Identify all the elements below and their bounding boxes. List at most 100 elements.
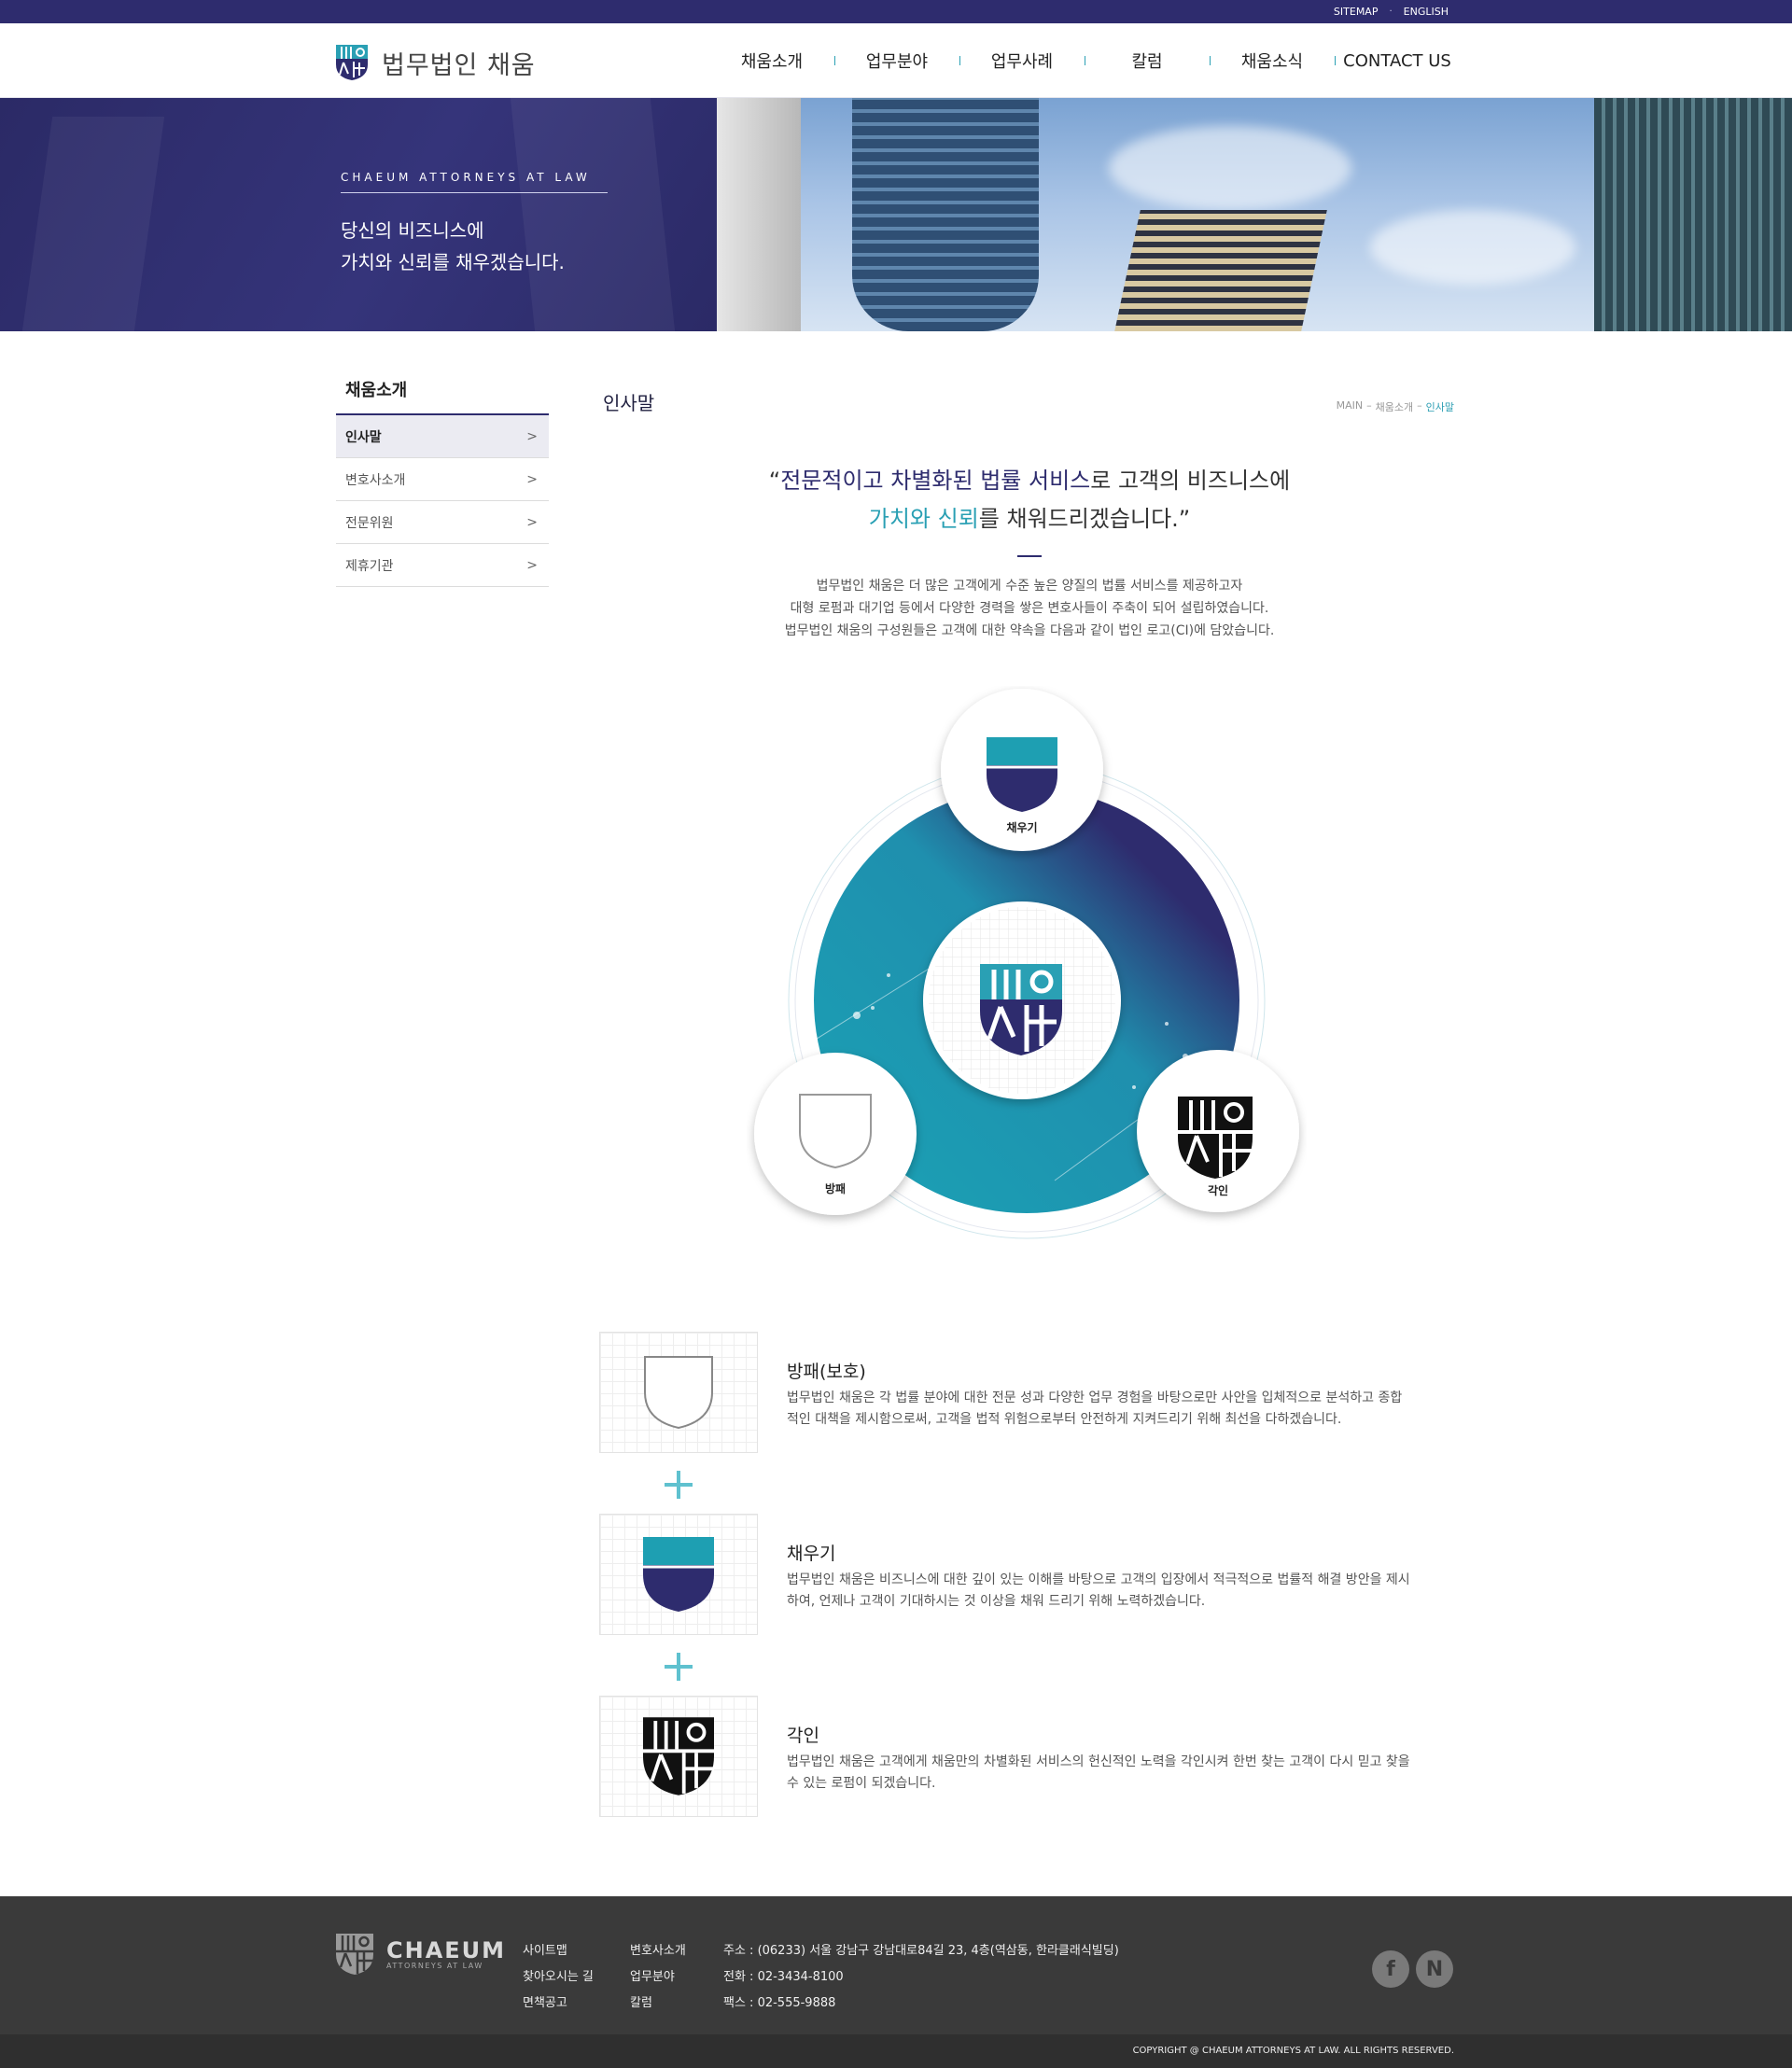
page-title-text: 인사말 bbox=[603, 392, 655, 414]
main-nav: 채움소개 업무분야 업무사례 칼럼 채움소식 CONTACT US bbox=[709, 23, 1460, 98]
item-desc: 법무법인 채움은 각 법률 분야에 대한 전문 성과 다양한 업무 경험을 바탕… bbox=[787, 1388, 1459, 1431]
intro-line: 법무법인 채움은 더 많은 고객에게 수준 높은 양질의 법률 서비스를 제공하… bbox=[816, 579, 1243, 594]
item-desc-line: 하여, 언제나 고객이 기대하시는 것 이상을 채워 드리기 위해 노력하겠습니… bbox=[787, 1594, 1206, 1609]
shield-thumbnail bbox=[599, 1332, 758, 1453]
footer-link-practice[interactable]: 업무분야 bbox=[630, 1964, 686, 1991]
breadcrumb-section[interactable]: 채움소개 bbox=[1376, 399, 1413, 414]
greeting-quote: “전문적이고 차별화된 법률 서비스로 고객의 비즈니스에 가치와 신뢰를 채워… bbox=[603, 462, 1456, 538]
sidebar-item-label: 변호사소개 bbox=[345, 472, 406, 488]
hero-headline: 당신의 비즈니스에 가치와 신뢰를 채우겠습니다. bbox=[341, 215, 565, 278]
hero-line-2: 가치와 신뢰를 채우겠습니다. bbox=[341, 251, 565, 273]
nav-item-contact[interactable]: CONTACT US bbox=[1335, 51, 1460, 71]
footer-phone: 전화 : 02-3434-8100 bbox=[723, 1970, 844, 1984]
hero-eyebrow: CHAEUM ATTORNEYS AT LAW bbox=[341, 171, 591, 184]
intro-paragraph: 법무법인 채움은 더 많은 고객에게 수준 높은 양질의 법률 서비스를 제공하… bbox=[603, 575, 1456, 642]
fill-shield-icon bbox=[643, 1537, 714, 1612]
sidebar-item-label: 전문위원 bbox=[345, 515, 394, 531]
utility-links: SITEMAP · ENGLISH bbox=[1334, 0, 1449, 23]
footer-shield-icon bbox=[336, 1934, 373, 1975]
footer-links-2: 변호사소개 업무분야 칼럼 bbox=[630, 1938, 686, 2017]
item-desc-line: 법무법인 채움은 각 법률 분야에 대한 전문 성과 다양한 업무 경험을 바탕… bbox=[787, 1390, 1403, 1405]
copyright-text: COPYRIGHT @ CHAEUM ATTORNEYS AT LAW. ALL… bbox=[1132, 2046, 1454, 2056]
breadcrumb-separator: – bbox=[1366, 399, 1372, 412]
sidebar-item-partners[interactable]: 제휴기관 > bbox=[336, 544, 549, 587]
naver-icon[interactable]: N bbox=[1416, 1950, 1453, 1988]
quote-open: “ bbox=[768, 468, 781, 494]
sidebar-item-lawyers[interactable]: 변호사소개 > bbox=[336, 458, 549, 501]
sidebar-item-greeting[interactable]: 인사말 > bbox=[336, 415, 549, 458]
nav-item-cases[interactable]: 업무사례 bbox=[959, 49, 1085, 73]
logo-text: 법무법인 채움 bbox=[382, 50, 536, 80]
plus-icon bbox=[665, 1653, 693, 1681]
nav-item-about[interactable]: 채움소개 bbox=[709, 49, 834, 73]
site-logo[interactable]: 법무법인 채움 bbox=[335, 44, 536, 81]
diagram-label-fill: 채우기 bbox=[1006, 821, 1038, 834]
footer-contact-info: 주소 : (06233) 서울 강남구 강남대로84길 23, 4층(역삼동, … bbox=[723, 1938, 1119, 2017]
quote-divider bbox=[1017, 555, 1042, 557]
item-desc: 법무법인 채움은 비즈니스에 대한 깊이 있는 이해를 바탕으로 고객의 입장에… bbox=[787, 1570, 1459, 1613]
chevron-right-icon: > bbox=[526, 514, 538, 530]
breadcrumb-home[interactable]: MAIN bbox=[1337, 399, 1364, 414]
breadcrumb: MAIN – 채움소개 – 인사말 bbox=[1337, 399, 1454, 414]
item-title: 각인 bbox=[787, 1726, 819, 1746]
ci-diagram bbox=[754, 689, 1299, 1239]
diagram-label-engrave: 각인 bbox=[1207, 1184, 1229, 1197]
quote-emphasis-navy: 전문적이고 차별화된 법률 서비스 bbox=[780, 468, 1091, 494]
plus-icon bbox=[665, 1471, 693, 1499]
sidebar-item-advisors[interactable]: 전문위원 > bbox=[336, 501, 549, 544]
intro-line: 법무법인 채움의 구성원들은 고객에 대한 약속을 다음과 같이 법인 로고(C… bbox=[784, 623, 1275, 638]
hero-line-1: 당신의 비즈니스에 bbox=[341, 219, 484, 242]
breadcrumb-current: 인사말 bbox=[1425, 401, 1454, 413]
quote-text-1: 로 고객의 비즈니스에 bbox=[1090, 468, 1291, 494]
intro-line: 대형 로펌과 대기업 등에서 다양한 경력을 쌓은 변호사들이 주축이 되어 설… bbox=[790, 601, 1269, 616]
engrave-logo-icon bbox=[1178, 1097, 1253, 1179]
footer-fax: 팩스 : 02-555-9888 bbox=[723, 1996, 836, 2010]
nav-item-news[interactable]: 채움소식 bbox=[1210, 49, 1335, 73]
item-desc-line: 수 있는 로펌이 되겠습니다. bbox=[787, 1776, 936, 1791]
item-desc-line: 적인 대책을 제시함으로써, 고객을 법적 위험으로부터 안전하게 지켜드리기 … bbox=[787, 1412, 1342, 1427]
separator: · bbox=[1389, 7, 1393, 17]
item-title: 채우기 bbox=[787, 1544, 836, 1564]
footer-address: 주소 : (06233) 서울 강남구 강남대로84길 23, 4층(역삼동, … bbox=[723, 1944, 1119, 1958]
sitemap-link[interactable]: SITEMAP bbox=[1334, 6, 1379, 18]
page-title: 인사말 bbox=[599, 388, 674, 415]
footer-link-column[interactable]: 칼럼 bbox=[630, 1991, 686, 2017]
sidebar-title: 채움소개 bbox=[345, 381, 408, 400]
quote-close: ” bbox=[1178, 506, 1191, 532]
engrave-logo-icon bbox=[643, 1717, 714, 1796]
engrave-thumbnail bbox=[599, 1696, 758, 1817]
utility-bar: SITEMAP · ENGLISH bbox=[0, 0, 1792, 23]
nav-item-column[interactable]: 칼럼 bbox=[1085, 49, 1210, 73]
item-desc-line: 법무법인 채움은 고객에게 채움만의 차별화된 서비스의 헌신적인 노력을 각인… bbox=[787, 1754, 1410, 1769]
breadcrumb-separator: – bbox=[1417, 399, 1422, 412]
chevron-right-icon: > bbox=[526, 557, 538, 573]
chevron-right-icon: > bbox=[526, 428, 538, 444]
hero-divider bbox=[341, 192, 608, 193]
quote-emphasis-teal: 가치와 신뢰 bbox=[868, 506, 979, 532]
fill-thumbnail bbox=[599, 1514, 758, 1635]
footer-link-sitemap[interactable]: 사이트맵 bbox=[523, 1938, 594, 1964]
footer-brand: CHAEUM bbox=[386, 1936, 507, 1963]
sidebar-menu: 인사말 > 변호사소개 > 전문위원 > 제휴기관 > bbox=[336, 413, 549, 587]
shield-outline-icon bbox=[644, 1356, 713, 1430]
footer-link-directions[interactable]: 찾아오시는 길 bbox=[523, 1964, 594, 1991]
facebook-icon[interactable]: f bbox=[1372, 1950, 1409, 1988]
item-title: 방패(보호) bbox=[787, 1362, 866, 1382]
footer-link-disclaimer[interactable]: 면책공고 bbox=[523, 1991, 594, 2017]
copyright-bar: COPYRIGHT @ CHAEUM ATTORNEYS AT LAW. ALL… bbox=[0, 2034, 1792, 2068]
nav-item-practice[interactable]: 업무분야 bbox=[834, 49, 959, 73]
diagram-label-shield: 방패 bbox=[824, 1182, 847, 1195]
shield-outline-icon bbox=[799, 1094, 872, 1169]
hero-photo bbox=[717, 98, 1792, 331]
item-desc-line: 법무법인 채움은 비즈니스에 대한 깊이 있는 이해를 바탕으로 고객의 입장에… bbox=[787, 1572, 1410, 1587]
sidebar-item-label: 제휴기관 bbox=[345, 558, 394, 574]
chevron-right-icon: > bbox=[526, 471, 538, 487]
footer-links-1: 사이트맵 찾아오시는 길 면책공고 bbox=[523, 1938, 594, 2017]
quote-text-2: 를 채워드리겠습니다. bbox=[978, 506, 1179, 532]
english-link[interactable]: ENGLISH bbox=[1404, 6, 1449, 18]
sidebar-item-label: 인사말 bbox=[345, 429, 382, 445]
footer-link-lawyers[interactable]: 변호사소개 bbox=[630, 1938, 686, 1964]
footer-logo[interactable]: CHAEUM ATTORNEYS AT LAW bbox=[336, 1934, 506, 1975]
item-desc: 법무법인 채움은 고객에게 채움만의 차별화된 서비스의 헌신적인 노력을 각인… bbox=[787, 1752, 1459, 1795]
hero-banner: CHAEUM ATTORNEYS AT LAW 당신의 비즈니스에 가치와 신뢰… bbox=[0, 98, 1792, 331]
